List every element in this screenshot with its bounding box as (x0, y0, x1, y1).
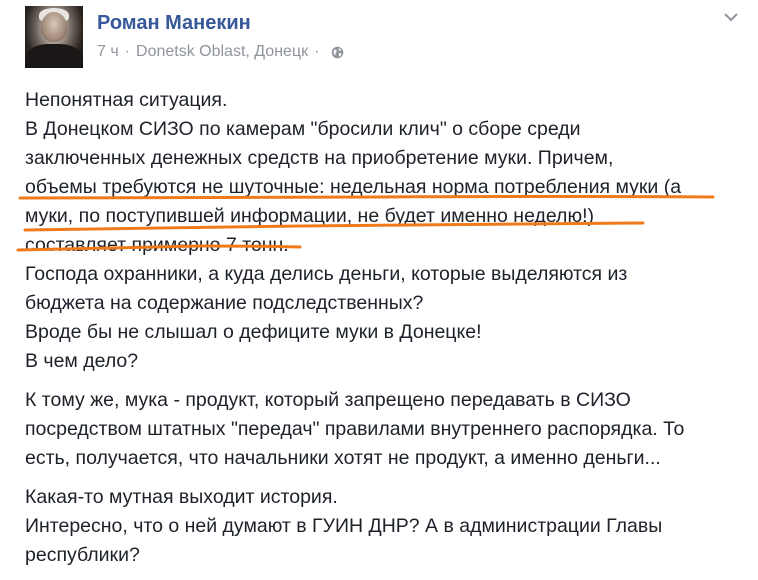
text-line: Интересно, что о ней думают в ГУИН ДНР? … (25, 515, 663, 537)
text-line: Какая-то мутная выходит история. (25, 486, 338, 508)
text-line: Господа охранники, а куда делись деньги,… (25, 263, 628, 285)
post-paragraph: К тому же, мука - продукт, который запре… (25, 386, 750, 473)
globe-icon[interactable] (331, 46, 344, 59)
text-line: заключенных денежных средств на приобрет… (25, 147, 614, 169)
text-line: В чем дело? (25, 350, 139, 372)
post-paragraph: Непонятная ситуация. В Донецком СИЗО по … (25, 86, 750, 376)
meta-separator-2: · (314, 43, 320, 60)
post-meta: 7 ч · Donetsk Oblast, Донецк · (97, 43, 344, 61)
text-line: Вроде бы не слышал о дефиците муки в Дон… (25, 321, 482, 343)
post-time[interactable]: 7 ч (97, 43, 119, 61)
chevron-down-icon[interactable] (723, 10, 739, 24)
text-line: есть, получается, что начальники хотят н… (25, 447, 661, 469)
highlighted-text-line: составляет примерно 7 тонн. (25, 234, 289, 256)
text-line: К тому же, мука - продукт, который запре… (25, 389, 631, 411)
text-line: Непонятная ситуация. (25, 89, 228, 111)
highlighted-text-line: объемы требуются не шуточные: недельная … (25, 176, 682, 198)
avatar[interactable] (25, 6, 83, 68)
facebook-post: Роман Манекин 7 ч · Donetsk Oblast, Доне… (0, 0, 758, 566)
highlighted-text-line: муки, по поступившей информации, не буде… (25, 205, 594, 227)
text-line: республики? (25, 544, 140, 566)
text-line: В Донецком СИЗО по камерам "бросили клич… (25, 118, 581, 140)
text-line: бюджета на содержание подследственных? (25, 292, 424, 314)
text-line: посредством штатных "передач" правилами … (25, 418, 685, 440)
post-content: Непонятная ситуация. В Донецком СИЗО по … (25, 86, 750, 580)
author-name[interactable]: Роман Манекин (97, 12, 251, 35)
meta-separator: · (124, 43, 131, 60)
post-location[interactable]: Donetsk Oblast, Донецк (136, 43, 308, 61)
post-paragraph: Какая-то мутная выходит история. Интерес… (25, 483, 750, 570)
